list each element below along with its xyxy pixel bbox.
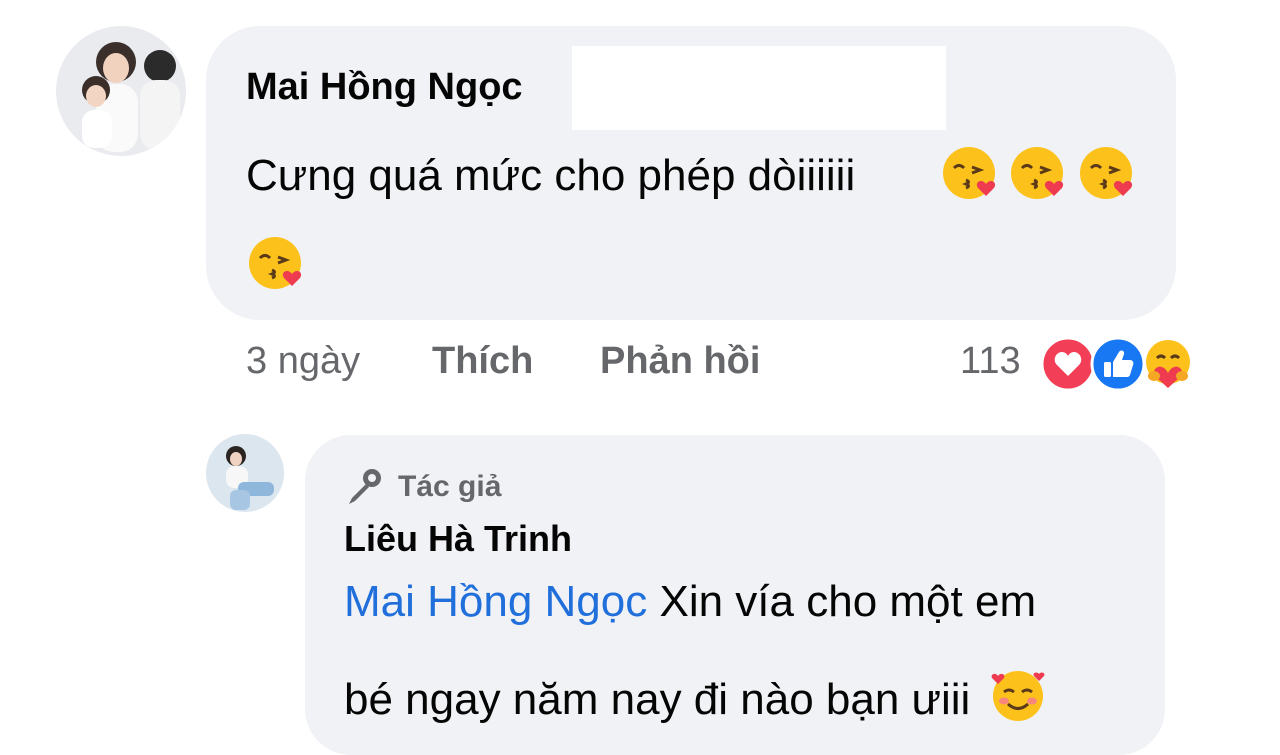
kissing-heart-emoji-icon (1079, 147, 1132, 199)
reply-text-line: bé ngay năm nay đi nào bạn ưiii (344, 666, 1047, 724)
reaction-count[interactable]: 113 (960, 340, 1021, 383)
reply-text-line: Mai Hồng Ngọc Xin vía cho một em (344, 580, 1036, 624)
comment-timestamp[interactable]: 3 ngày (246, 340, 360, 383)
reply-button[interactable]: Phản hồi (600, 340, 760, 383)
microphone-icon (349, 469, 381, 504)
kissing-heart-emoji-icon (943, 147, 996, 199)
like-reaction-icon (1090, 336, 1146, 392)
kissing-heart-emoji-icon (1011, 147, 1064, 199)
avatar[interactable] (56, 26, 186, 156)
comment-text: Cưng quá mức cho phép dòiiiiii (246, 151, 856, 200)
comment-emoji-row (940, 144, 1141, 202)
mention-link[interactable]: Mai Hồng Ngọc (344, 577, 647, 626)
smiling-hearts-emoji-icon (991, 671, 1045, 721)
reply-author-name[interactable]: Liêu Hà Trinh (344, 518, 572, 560)
reply-text: Xin vía cho một em (647, 577, 1037, 626)
kissing-heart-emoji-icon (249, 237, 302, 289)
author-badge-label: Tác giả (398, 470, 502, 503)
love-reaction-icon (1040, 336, 1096, 392)
reply-text: bé ngay năm nay đi nào bạn ưiii (344, 675, 971, 724)
comment-author-name[interactable]: Mai Hồng Ngọc (246, 66, 523, 109)
comment-emoji-row (246, 234, 310, 292)
like-button[interactable]: Thích (432, 340, 533, 383)
care-reaction-icon (1146, 340, 1190, 388)
redacted-area (572, 46, 946, 130)
avatar[interactable] (206, 434, 284, 512)
